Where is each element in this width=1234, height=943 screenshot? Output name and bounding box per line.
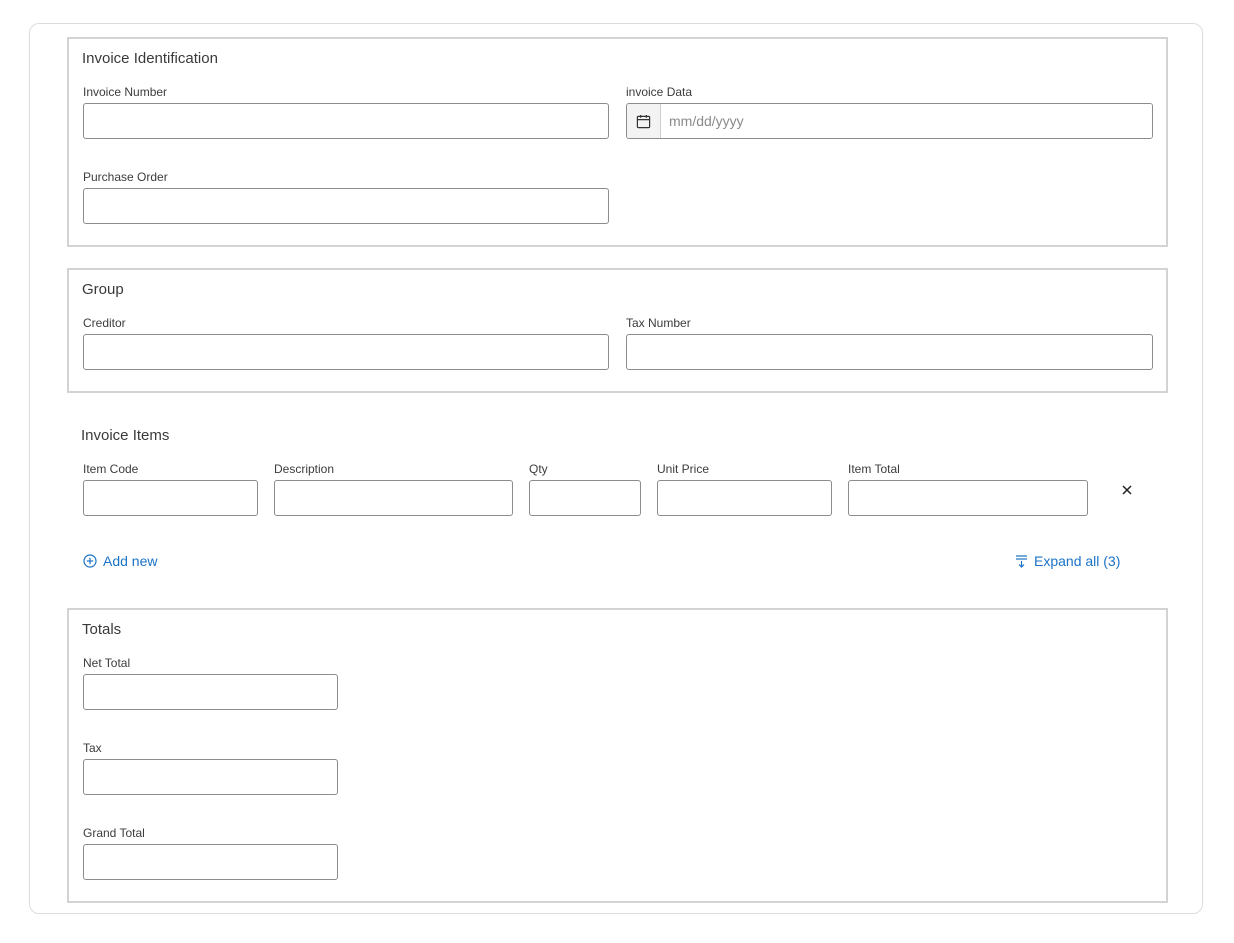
expand-all-label: Expand all (3) xyxy=(1034,553,1121,569)
panel-title-invoice-identification: Invoice Identification xyxy=(82,50,218,67)
tax-number-input[interactable] xyxy=(626,334,1153,370)
invoice-form-card: Invoice Identification Invoice Number in… xyxy=(29,23,1203,914)
column-description: Description xyxy=(274,462,335,476)
calendar-icon xyxy=(636,114,651,128)
purchase-order-label: Purchase Order xyxy=(83,170,168,184)
remove-item-button[interactable] xyxy=(1118,481,1136,499)
net-total-input[interactable] xyxy=(83,674,338,710)
panel-title-totals: Totals xyxy=(82,621,122,638)
column-unit-price: Unit Price xyxy=(657,462,710,476)
totals-panel: Totals Net Total Tax Grand Total xyxy=(67,608,1168,903)
plus-circle-icon xyxy=(83,554,97,568)
grand-total-label: Grand Total xyxy=(83,826,145,840)
column-qty: Qty xyxy=(529,462,548,476)
creditor-label: Creditor xyxy=(83,316,126,330)
column-item-code: Item Code xyxy=(83,462,139,476)
column-item-total: Item Total xyxy=(848,462,900,476)
unit-price-input[interactable] xyxy=(657,480,832,516)
qty-input[interactable] xyxy=(529,480,641,516)
item-total-input[interactable] xyxy=(848,480,1088,516)
invoice-date-field xyxy=(626,103,1153,139)
panel-title-group: Group xyxy=(82,281,124,298)
purchase-order-input[interactable] xyxy=(83,188,609,224)
tax-number-label: Tax Number xyxy=(626,316,691,330)
expand-all-button[interactable]: Expand all (3) xyxy=(1015,553,1120,569)
invoice-identification-panel: Invoice Identification Invoice Number in… xyxy=(67,37,1168,247)
group-panel: Group Creditor Tax Number xyxy=(67,268,1168,393)
item-code-input[interactable] xyxy=(83,480,258,516)
tax-label: Tax xyxy=(83,741,102,755)
expand-list-icon xyxy=(1016,555,1027,568)
invoice-number-label: Invoice Number xyxy=(83,85,168,99)
add-new-label: Add new xyxy=(103,553,158,569)
description-input[interactable] xyxy=(274,480,513,516)
close-icon xyxy=(1122,485,1132,495)
invoice-date-input[interactable] xyxy=(661,104,1152,138)
invoice-number-input[interactable] xyxy=(83,103,609,139)
tax-input[interactable] xyxy=(83,759,338,795)
net-total-label: Net Total xyxy=(83,656,131,670)
grand-total-input[interactable] xyxy=(83,844,338,880)
calendar-button[interactable] xyxy=(627,104,661,138)
add-new-button[interactable]: Add new xyxy=(83,553,157,569)
creditor-input[interactable] xyxy=(83,334,609,370)
invoice-items-title: Invoice Items xyxy=(81,427,170,444)
invoice-date-label: invoice Data xyxy=(626,85,693,99)
